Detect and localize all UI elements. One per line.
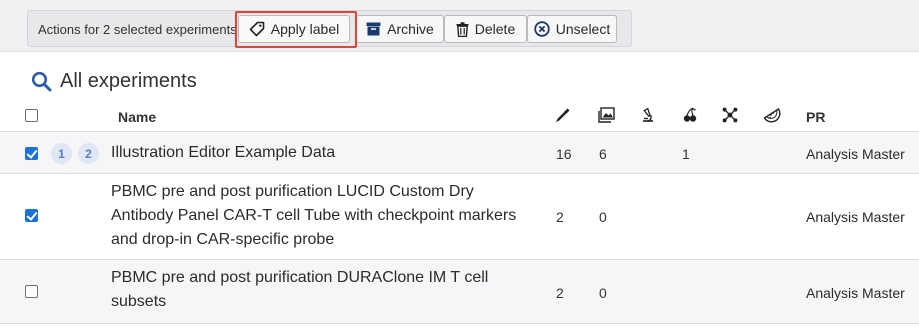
unselect-text: Unselect [555,21,611,37]
column-header-pr[interactable]: PR [806,109,825,125]
bulk-actions-group: Actions for 2 selected experiments Apply… [27,10,632,47]
experiment-name[interactable]: Illustration Editor Example Data [111,141,531,165]
selection-toolbar: Actions for 2 selected experiments Apply… [0,0,919,52]
row-checkbox[interactable] [25,147,38,160]
version-badge[interactable]: 1 [51,143,72,164]
select-all-checkbox[interactable] [25,109,38,122]
image-count: 0 [599,285,607,301]
pr-value: Analysis Master [806,146,905,162]
row-checkbox[interactable] [25,209,38,222]
image-count: 6 [599,146,607,162]
pipette-count: 16 [556,146,572,162]
archive-button[interactable]: Archive [356,15,444,43]
pr-value: Analysis Master [806,209,905,225]
experiment-name[interactable]: PBMC pre and post purification LUCID Cus… [111,180,531,252]
delete-button[interactable]: Delete [444,15,527,43]
search-icon[interactable] [31,71,52,92]
pipette-count: 2 [556,285,564,301]
x-circle-icon [534,21,550,37]
section-heading: All experiments [31,70,197,93]
bulk-actions-label: Actions for 2 selected experiments [38,22,237,37]
apply-label-button[interactable]: Apply label [238,15,350,43]
unselect-button[interactable]: Unselect [527,15,617,43]
microscope-icon[interactable] [640,107,656,123]
column-header-name[interactable]: Name [118,109,156,125]
experiment-name-line: subsets [111,293,167,310]
network-nodes-icon[interactable] [722,107,738,123]
table-row[interactable]: PBMC pre and post purification DURAClone… [0,260,919,324]
image-count: 0 [599,209,607,225]
delete-text: Delete [474,21,516,37]
version-badge[interactable]: 2 [78,143,99,164]
archive-text: Archive [387,21,434,37]
experiment-name-line: PBMC pre and post purification DURAClone… [111,269,489,286]
tag-icon [249,21,265,37]
table-header: Name PR [0,100,919,132]
page-title: All experiments [60,70,197,92]
experiment-name-line: PBMC pre and post purification LUCID Cus… [111,183,474,200]
pipette-icon[interactable] [555,107,571,123]
apply-label-text: Apply label [270,21,340,37]
experiment-name[interactable]: PBMC pre and post purification DURAClone… [111,266,531,314]
cherries-count: 1 [682,146,690,162]
pipette-count: 2 [556,209,564,225]
cherries-icon[interactable] [682,107,698,123]
table-row[interactable]: 1 2 Illustration Editor Example Data 16 … [0,132,919,174]
table-row[interactable]: PBMC pre and post purification LUCID Cus… [0,174,919,260]
row-checkbox[interactable] [25,285,38,298]
archive-box-icon [366,22,381,36]
trash-icon [456,21,469,37]
experiment-name-line: and drop-in CAR-specific probe [111,231,335,248]
image-gallery-icon[interactable] [598,107,615,123]
melon-slice-icon[interactable] [763,107,781,123]
experiment-name-line: Antibody Panel CAR-T cell Tube with chec… [111,207,517,224]
pr-value: Analysis Master [806,285,905,301]
